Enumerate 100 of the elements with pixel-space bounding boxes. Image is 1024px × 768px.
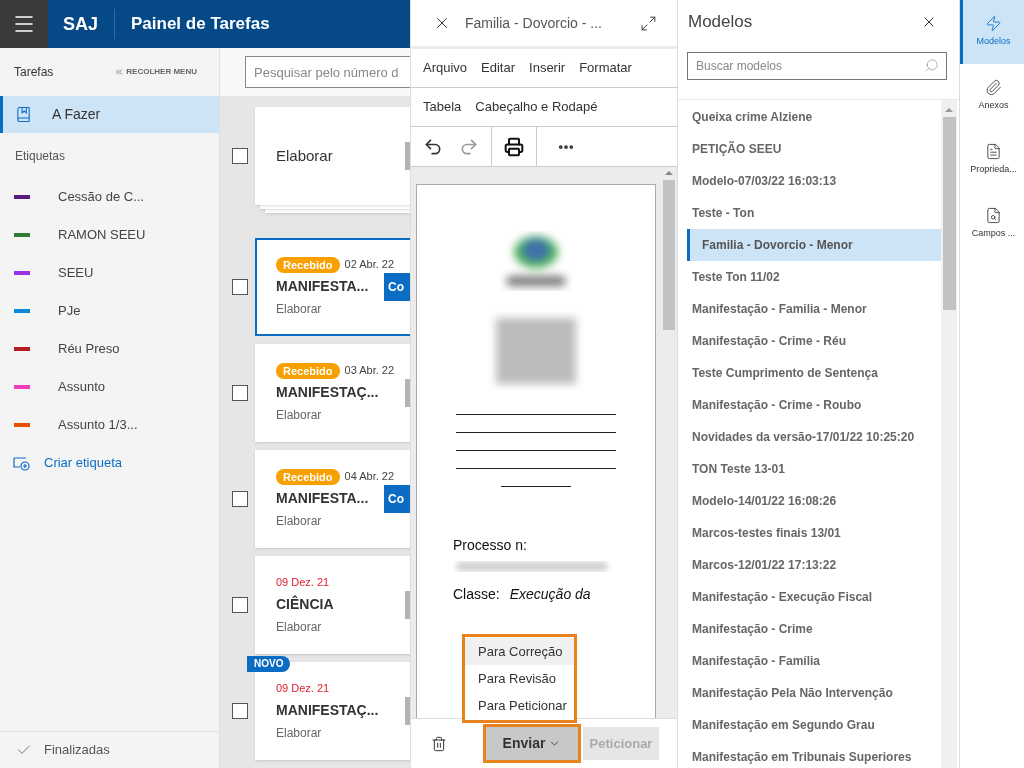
search-icon <box>924 58 939 73</box>
task-checkbox[interactable] <box>232 491 248 507</box>
task-card[interactable]: Elaborar <box>255 107 410 205</box>
model-item[interactable]: PETIÇÃO SEEU <box>678 133 941 165</box>
new-badge: NOVO <box>247 656 291 672</box>
create-label-link[interactable]: Criar etiqueta <box>0 444 219 482</box>
task-date: 09 Dez. 21 <box>276 681 330 697</box>
task-title: MANIFESTA... <box>276 276 370 296</box>
model-item[interactable]: Teste Ton 11/02 <box>678 261 941 293</box>
models-search-field[interactable]: Buscar modelos <box>687 52 947 80</box>
model-item[interactable]: Manifestação em Segundo Grau <box>678 709 941 741</box>
model-item[interactable]: Manifestação - Familia - Menor <box>678 293 941 325</box>
document-title: Familia - Dovorcio - ... <box>465 13 603 33</box>
app-name: SAJ <box>63 12 98 36</box>
trash-icon[interactable] <box>431 735 447 752</box>
model-item[interactable]: Novidades da versão-17/01/22 10:25:20 <box>678 421 941 453</box>
menu-item[interactable]: Tabela <box>423 97 462 117</box>
collapse-menu-button[interactable]: RECOLHER MENU <box>114 66 197 78</box>
task-checkbox[interactable] <box>232 703 248 719</box>
label-item[interactable]: PJe <box>58 301 81 321</box>
nav-item[interactable]: A Fazer <box>0 96 219 133</box>
send-button[interactable]: Enviar <box>486 727 578 760</box>
task-date: 09 Dez. 21 <box>276 575 330 591</box>
undo-icon[interactable] <box>423 136 443 157</box>
document-search-icon <box>985 207 1002 225</box>
label-item[interactable]: RAMON SEEU <box>58 225 146 245</box>
status-badge: Recebido <box>276 468 340 485</box>
model-item[interactable]: Familia - Dovorcio - Menor <box>687 229 941 261</box>
task-title: MANIFESTAÇ... <box>276 700 380 720</box>
task-card[interactable]: Recebido 03 Abr. 22 MANIFESTAÇ... Elaborar <box>255 344 410 442</box>
action-button[interactable]: Co <box>384 273 410 301</box>
task-card[interactable]: 09 Dez. 21 CIÊNCIA Elaborar <box>255 556 410 654</box>
model-item[interactable]: Manifestação - Crime <box>678 613 941 645</box>
double-chevron-icon <box>114 67 125 77</box>
task-subtitle: Elaborar <box>276 406 323 424</box>
menu-item[interactable]: Formatar <box>579 58 632 78</box>
bookmark-icon <box>15 106 32 123</box>
task-date: 03 Abr. 22 <box>344 363 395 379</box>
send-menu-item[interactable]: Para Correção <box>465 638 574 665</box>
process-label: Processo n: <box>453 536 528 555</box>
task-title: MANIFESTAÇ... <box>276 382 380 402</box>
rail-tab[interactable]: Modelos <box>960 0 1024 64</box>
menu-item[interactable]: Cabeçalho e Rodapé <box>475 97 598 117</box>
scrollbar-thumb[interactable] <box>942 117 956 310</box>
tag-add-icon <box>13 455 31 471</box>
label-item[interactable]: Assunto <box>58 377 105 397</box>
label-item[interactable]: Cessão de C... <box>58 187 144 207</box>
model-item[interactable]: TON Teste 13-01 <box>678 453 941 485</box>
model-item[interactable]: Modelo-14/01/22 16:08:26 <box>678 485 941 517</box>
task-checkbox[interactable] <box>232 279 248 295</box>
task-card[interactable]: Recebido 02 Abr. 22 MANIFESTA... Elaborar Co <box>255 238 410 336</box>
task-checkbox[interactable] <box>232 597 248 613</box>
paperclip-icon <box>985 79 1002 97</box>
search-field[interactable]: Pesquisar pelo número d <box>245 56 410 88</box>
model-item[interactable]: Modelo-07/03/22 16:03:13 <box>678 165 941 197</box>
model-item[interactable]: Manifestação - Crime - Roubo <box>678 389 941 421</box>
task-title: CIÊNCIA <box>276 594 335 614</box>
scrollbar-thumb[interactable] <box>663 180 675 330</box>
scroll-up-icon[interactable] <box>665 171 673 175</box>
page-title: Painel de Tarefas <box>131 13 270 36</box>
rail-tab[interactable]: Campos ... <box>960 192 1024 256</box>
menu-item[interactable]: Inserir <box>529 58 566 78</box>
task-card[interactable]: Recebido 04 Abr. 22 MANIFESTA... Elaborar Co <box>255 450 410 548</box>
model-item[interactable]: Teste - Ton <box>678 197 941 229</box>
task-title: Elaborar <box>276 145 334 166</box>
task-subtitle: Elaborar <box>276 512 323 530</box>
print-icon[interactable] <box>504 136 524 157</box>
label-item[interactable]: Assunto 1/3... <box>58 415 138 435</box>
action-button[interactable]: Co <box>384 485 410 513</box>
model-item[interactable]: Manifestação - Crime - Réu <box>678 325 941 357</box>
rail-tab[interactable]: Proprieda... <box>960 128 1024 192</box>
task-date: 04 Abr. 22 <box>344 469 395 485</box>
label-item[interactable]: SEEU <box>58 263 94 283</box>
expand-icon[interactable] <box>640 14 657 32</box>
task-subtitle: Elaborar <box>276 618 323 636</box>
menu-button[interactable] <box>0 0 48 48</box>
task-subtitle: Elaborar <box>276 300 323 318</box>
menu-item[interactable]: Editar <box>481 58 516 78</box>
model-item[interactable]: Queixa crime Alziene <box>678 101 941 133</box>
model-item[interactable]: Marcos-testes finais 13/01 <box>678 517 941 549</box>
section-title: Tarefas <box>14 64 54 81</box>
model-item[interactable]: Marcos-12/01/22 17:13:22 <box>678 549 941 581</box>
menu-item[interactable]: Arquivo <box>423 58 468 78</box>
labels-heading: Etiquetas <box>15 147 66 165</box>
model-item[interactable]: Manifestação em Tribunais Superiores <box>678 741 941 768</box>
model-item[interactable]: Manifestação - Execução Fiscal <box>678 581 941 613</box>
lightning-icon <box>985 15 1002 33</box>
status-badge: Recebido <box>276 362 340 379</box>
task-title: MANIFESTA... <box>276 488 370 508</box>
label-item[interactable]: Réu Preso <box>58 339 120 359</box>
model-item[interactable]: Teste Cumprimento de Sentença <box>678 357 941 389</box>
class-label: Classe: <box>453 585 500 604</box>
rail-tab[interactable]: Anexos <box>960 64 1024 128</box>
model-item[interactable]: Manifestação - Família <box>678 645 941 677</box>
task-checkbox[interactable] <box>232 385 248 401</box>
task-checkbox[interactable] <box>232 148 248 164</box>
task-date: 02 Abr. 22 <box>344 257 395 273</box>
model-item[interactable]: Manifestação Pela Não Intervenção <box>678 677 941 709</box>
panel-title: Modelos <box>688 11 753 34</box>
finished-item[interactable]: Finalizadas <box>44 740 110 760</box>
